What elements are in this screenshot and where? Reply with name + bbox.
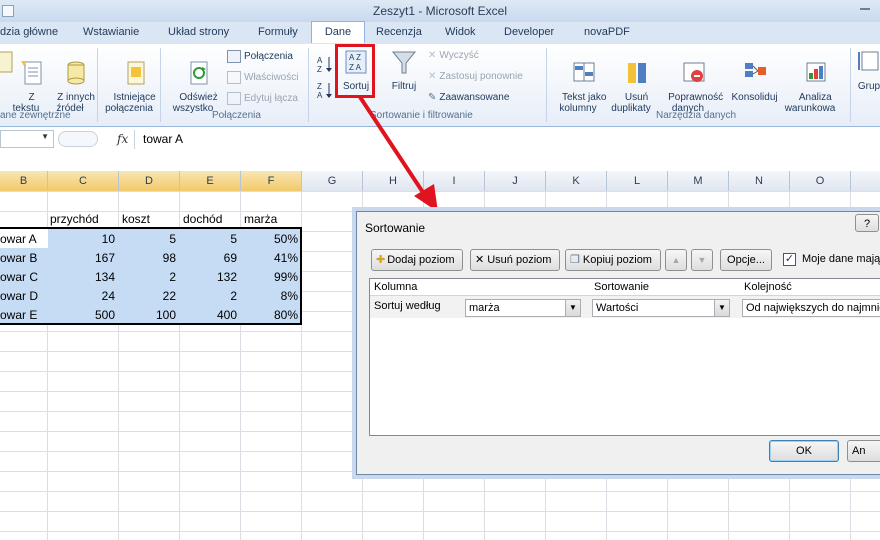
- delete-level-icon: ✕: [475, 254, 485, 266]
- move-down-icon: ▼: [697, 255, 707, 265]
- column-header: Kolumna: [374, 281, 418, 293]
- dialog-title: Sortowanie: [365, 221, 426, 235]
- options-button[interactable]: Opcje...: [720, 249, 772, 271]
- sort-by-dropdown-icon: ▼: [565, 300, 580, 316]
- headers-checkbox-label: Moje dane mają n: [802, 253, 880, 265]
- add-level-button[interactable]: ✚ Dodaj poziom: [371, 249, 463, 271]
- order-header: Kolejność: [744, 281, 792, 293]
- sort-by-select[interactable]: marża ▼: [465, 299, 581, 317]
- copy-level-button[interactable]: ❐ Kopiuj poziom: [565, 249, 661, 271]
- sort-on-dropdown-icon: ▼: [714, 300, 729, 316]
- order-select[interactable]: Od największych do najmniejs: [742, 299, 880, 317]
- headers-checkbox[interactable]: ✓: [783, 253, 796, 266]
- cancel-button[interactable]: An: [847, 440, 880, 462]
- move-down-button[interactable]: ▼: [691, 249, 713, 271]
- add-level-icon: ✚: [376, 254, 386, 266]
- copy-level-icon: ❐: [570, 254, 580, 266]
- arrow-shaft: [358, 95, 430, 202]
- help-icon[interactable]: ?: [855, 214, 879, 232]
- move-up-button[interactable]: ▲: [665, 249, 687, 271]
- sort-levels-list[interactable]: Kolumna Sortowanie Kolejność Sortuj wedł…: [369, 278, 880, 436]
- ok-button[interactable]: OK: [769, 440, 839, 462]
- sort-by-label: Sortuj według: [374, 300, 441, 312]
- move-up-icon: ▲: [671, 255, 681, 265]
- arrow-head-icon: [414, 184, 438, 212]
- sort-on-select[interactable]: Wartości ▼: [592, 299, 730, 317]
- delete-level-button[interactable]: ✕ Usuń poziom: [470, 249, 560, 271]
- sort-on-header: Sortowanie: [594, 281, 650, 293]
- sort-dialog: Sortowanie ? ✚ Dodaj poziom ✕ Usuń poziom …: [356, 211, 880, 475]
